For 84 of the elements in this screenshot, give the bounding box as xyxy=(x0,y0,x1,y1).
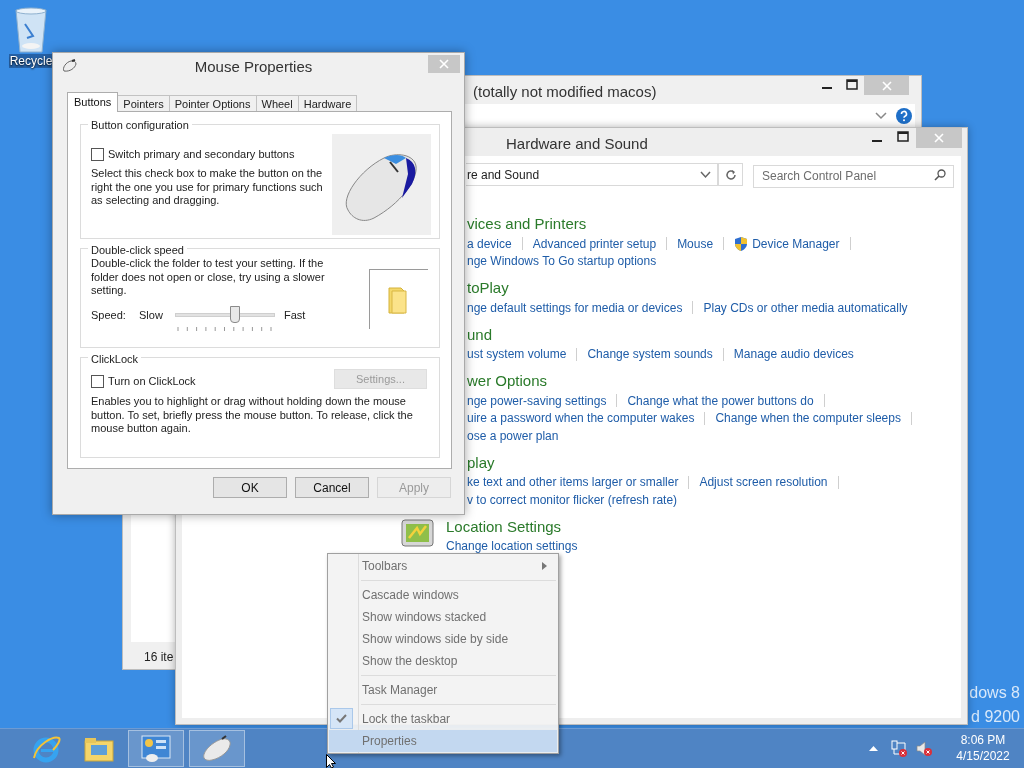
clock-time[interactable]: 8:06 PM xyxy=(960,732,1006,748)
desktop-icon-label[interactable]: Recycle xyxy=(8,54,54,68)
refresh-icon xyxy=(724,168,737,181)
settings-link[interactable]: ust system volume xyxy=(467,345,567,364)
show-hidden-icons-icon[interactable] xyxy=(869,745,878,751)
window-title: Mouse Properties xyxy=(194,56,313,77)
settings-link[interactable]: Mouse xyxy=(677,234,714,253)
checkbox[interactable] xyxy=(91,147,104,161)
chevron-down-icon[interactable] xyxy=(875,112,887,120)
menu-item[interactable]: Toolbars xyxy=(329,555,557,577)
settings-link[interactable]: Device Manager xyxy=(752,234,840,253)
maximize-icon[interactable] xyxy=(897,131,909,143)
settings-link[interactable]: nge Windows To Go startup options xyxy=(467,252,657,271)
settings-link[interactable]: Adjust screen resolution xyxy=(699,473,828,492)
settings-link[interactable]: Change location settings xyxy=(446,537,578,556)
category-link[interactable]: wer Options xyxy=(467,370,548,392)
settings-link[interactable]: uire a password when the computer wakes xyxy=(467,409,695,428)
status-text: 16 ite xyxy=(144,649,174,666)
category-link[interactable]: toPlay xyxy=(467,277,509,299)
taskbar-button[interactable] xyxy=(128,730,184,767)
close-icon xyxy=(934,133,944,143)
checkbox[interactable] xyxy=(91,374,104,388)
search-icon xyxy=(934,169,946,181)
desktop-build-text: dows 8 xyxy=(969,683,1020,703)
settings-link[interactable]: Manage audio devices xyxy=(733,345,854,364)
menu-item[interactable]: Cascade windows xyxy=(329,584,557,606)
settings-link[interactable]: Change when the computer sleeps xyxy=(715,409,901,428)
mouse-pointer-icon xyxy=(326,754,339,768)
search-field[interactable]: Search Control Panel xyxy=(753,164,954,188)
address-text: re and Sound xyxy=(466,166,541,184)
settings-link[interactable]: v to correct monitor flicker (refresh rate) xyxy=(467,490,678,509)
category-link[interactable]: vices and Printers xyxy=(467,213,587,235)
maximize-icon[interactable] xyxy=(846,79,858,91)
checkbox-label[interactable]: Switch primary and secondary buttons xyxy=(108,146,295,163)
mouse-icon xyxy=(200,733,234,764)
dialog-button[interactable]: Cancel xyxy=(295,477,369,498)
network-icon[interactable] xyxy=(891,740,907,757)
mouse-icon xyxy=(62,59,78,73)
menu-item[interactable]: Show the desktop xyxy=(329,650,557,672)
test-area[interactable] xyxy=(369,269,428,329)
submenu-arrow-icon xyxy=(542,562,547,570)
tab[interactable]: Buttons xyxy=(67,92,119,112)
menu-item[interactable]: Show windows side by side xyxy=(329,628,557,650)
fast-label: Fast xyxy=(284,308,306,323)
gps-device-icon xyxy=(401,517,434,548)
description-text: Enables you to highlight or drag without holding down the mouse button. To set, briefly press the mouse button. To release, click the mouse button again. xyxy=(91,395,414,436)
address-field[interactable]: re and Sound xyxy=(466,163,718,186)
slider-thumb[interactable] xyxy=(229,306,240,323)
speaker-icon[interactable] xyxy=(916,740,933,757)
desktop-build-text: d 9200 xyxy=(971,707,1020,727)
clock-date[interactable]: 4/15/2022 xyxy=(956,748,1010,764)
settings-link[interactable]: Change system sounds xyxy=(587,345,713,364)
close-icon xyxy=(881,80,892,91)
menu-item[interactable]: Task Manager xyxy=(329,679,557,701)
slow-label: Slow xyxy=(139,308,163,323)
settings-link[interactable]: ke text and other items larger or smaller xyxy=(467,473,679,492)
chevron-down-icon[interactable] xyxy=(700,170,711,179)
control-panel-icon xyxy=(139,733,173,764)
settings-link[interactable]: Advanced printer setup xyxy=(532,234,657,253)
window-title: (totally not modified macos) xyxy=(473,83,657,100)
category-link[interactable]: Location Settings xyxy=(446,515,562,538)
shield-icon xyxy=(734,236,749,252)
description-text: Select this check box to make the button on the right the one you use for primary functions such as selecting and dragging. xyxy=(91,167,324,208)
close-icon xyxy=(439,59,449,69)
settings-link[interactable]: Change what the power buttons do xyxy=(627,391,814,410)
description-text: Double-click the folder to test your setting. If the folder does not open or close, try using a slower setting. xyxy=(91,257,326,298)
settings-link[interactable]: a device xyxy=(467,234,512,253)
checkbox-label[interactable]: Turn on ClickLock xyxy=(108,373,196,390)
menu-item[interactable]: Show windows stacked xyxy=(329,606,557,628)
menu-item[interactable]: Lock the taskbar xyxy=(329,708,557,730)
help-icon[interactable] xyxy=(896,108,912,124)
recycle-bin-icon[interactable] xyxy=(13,6,49,54)
settings-link[interactable]: Play CDs or other media automatically xyxy=(703,298,908,317)
category-link[interactable]: play xyxy=(467,451,495,474)
settings-link[interactable]: nge power-saving settings xyxy=(467,391,607,410)
window-title: Hardware and Sound xyxy=(506,135,648,152)
menu-item[interactable]: Properties xyxy=(329,730,557,752)
settings-link[interactable]: ose a power plan xyxy=(467,426,559,445)
category-link[interactable]: und xyxy=(467,323,493,346)
speed-label: Speed: xyxy=(91,308,126,323)
refresh-button[interactable] xyxy=(718,163,743,186)
dialog-button[interactable]: OK xyxy=(213,477,287,498)
taskbar-button[interactable] xyxy=(189,730,245,767)
settings-link[interactable]: nge default settings for media or devices xyxy=(467,298,683,317)
